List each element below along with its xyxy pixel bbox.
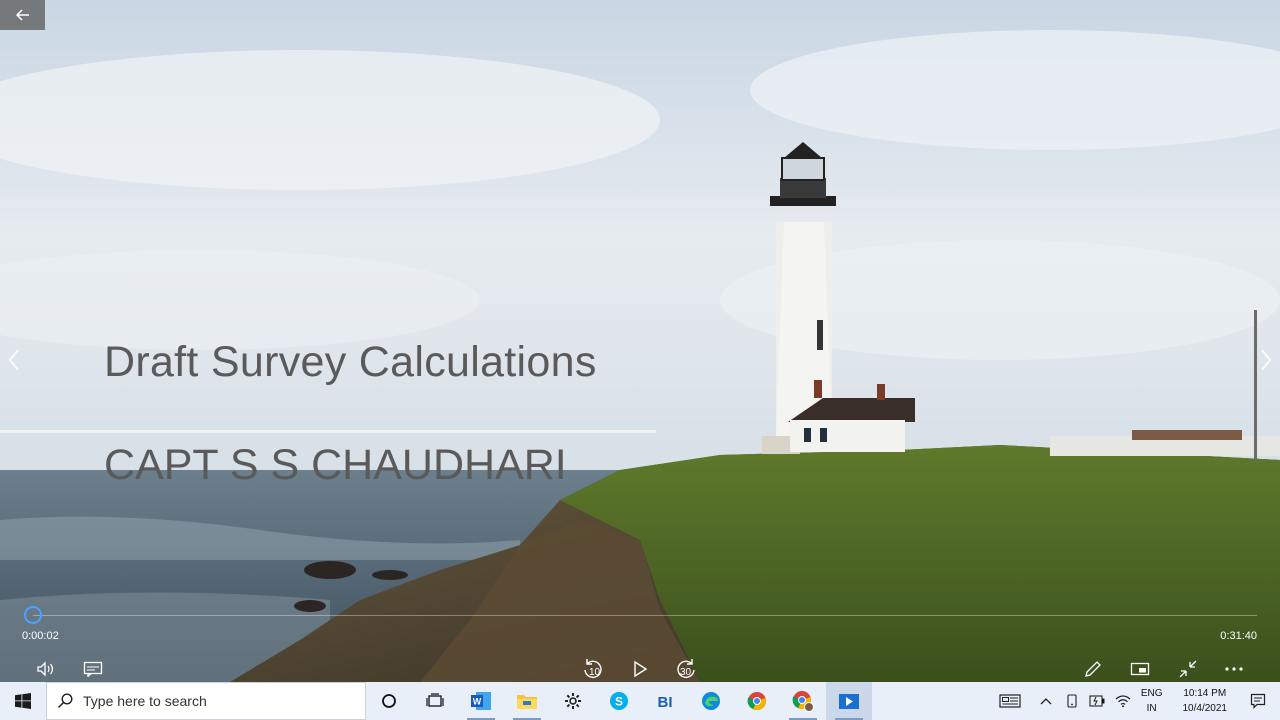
next-slide-button[interactable] (1256, 344, 1276, 376)
cortana-icon (382, 694, 396, 708)
svg-text:S: S (615, 695, 623, 709)
settings-taskbar-button[interactable] (550, 682, 596, 720)
search-box[interactable]: Type here to search (46, 682, 366, 720)
skip-back-seconds: 10 (589, 667, 601, 678)
bi-taskbar-button[interactable]: BI (642, 682, 688, 720)
cortana-button[interactable] (366, 682, 412, 720)
exit-fullscreen-button[interactable] (1175, 656, 1201, 682)
windows-start-icon (15, 693, 31, 709)
seek-bar[interactable] (33, 615, 1257, 616)
media-player-taskbar-button[interactable] (826, 682, 872, 720)
total-time: 0:31:40 (1220, 630, 1257, 642)
device-icon (1067, 694, 1077, 708)
media-player-icon (839, 694, 859, 709)
back-button[interactable] (0, 0, 45, 30)
skip-back-button[interactable]: 10 (580, 656, 606, 682)
system-tray: ENG IN 10:14 PM 10/4/2021 (994, 682, 1280, 720)
wifi-icon (1115, 695, 1131, 708)
settings-icon (565, 693, 581, 709)
clock-date: 10/4/2021 (1182, 703, 1228, 714)
play-button[interactable] (627, 656, 653, 682)
language-region: IN (1146, 703, 1157, 714)
slide-subtitle: CAPT S S CHAUDHARI (104, 441, 567, 489)
play-icon (634, 660, 648, 678)
back-arrow-icon (15, 9, 29, 21)
title-divider (0, 430, 656, 433)
svg-text:W: W (473, 697, 482, 707)
chrome-taskbar-button[interactable] (734, 682, 780, 720)
chevron-right-icon (1261, 349, 1272, 371)
search-icon (57, 693, 73, 709)
show-hidden-icons-button[interactable] (1026, 682, 1060, 720)
chrome-icon (747, 692, 767, 711)
word-icon: W (471, 692, 491, 710)
chrome-profile-icon (792, 691, 814, 712)
chevron-left-icon (8, 349, 19, 371)
file-explorer-taskbar-button[interactable] (504, 682, 550, 720)
skype-taskbar-button[interactable]: S (596, 682, 642, 720)
bi-icon: BI (658, 694, 673, 710)
slide-title: Draft Survey Calculations (104, 338, 597, 386)
notifications-button[interactable] (1242, 682, 1280, 720)
clock-time: 10:14 PM (1183, 688, 1227, 699)
skype-icon: S (610, 692, 628, 710)
edit-button[interactable] (1080, 656, 1106, 682)
more-options-button[interactable] (1221, 656, 1247, 682)
file-explorer-icon (517, 695, 537, 709)
current-time: 0:00:02 (22, 630, 59, 642)
start-button[interactable] (0, 682, 46, 720)
speaker-icon (37, 661, 54, 677)
skip-forward-button[interactable]: 30 (673, 656, 699, 682)
taskbar: Type here to search W S BI ENG IN 10:14 … (0, 682, 1280, 720)
wifi-button[interactable] (1110, 682, 1136, 720)
battery-button[interactable] (1084, 682, 1110, 720)
pencil-icon (1085, 661, 1101, 677)
more-icon (1225, 667, 1243, 671)
battery-icon (1089, 695, 1105, 707)
news-button[interactable] (994, 682, 1026, 720)
language-button[interactable]: ENG IN (1136, 682, 1168, 720)
edge-icon (702, 692, 720, 710)
video-stage[interactable]: Draft Survey Calculations CAPT S S CHAUD… (0, 0, 1280, 682)
skip-forward-seconds: 30 (680, 667, 692, 678)
exit-fullscreen-icon (1179, 660, 1197, 678)
notification-icon (1250, 693, 1266, 709)
task-view-icon (426, 693, 444, 707)
captions-icon (83, 661, 103, 677)
seek-thumb[interactable] (24, 606, 42, 624)
mini-view-button[interactable] (1127, 656, 1153, 682)
chevron-up-icon (1040, 698, 1052, 705)
language-code: ENG (1140, 688, 1163, 699)
previous-slide-button[interactable] (4, 344, 24, 376)
news-icon (999, 694, 1021, 708)
mini-view-icon (1130, 662, 1150, 676)
captions-button[interactable] (80, 656, 106, 682)
clock-button[interactable]: 10:14 PM 10/4/2021 (1168, 682, 1243, 720)
meet-now-button[interactable] (1060, 682, 1084, 720)
task-view-button[interactable] (412, 682, 458, 720)
search-placeholder: Type here to search (83, 693, 207, 709)
volume-button[interactable] (33, 656, 59, 682)
chrome-profile-taskbar-button[interactable] (780, 682, 826, 720)
word-taskbar-button[interactable]: W (458, 682, 504, 720)
svg-text:BI: BI (658, 694, 673, 710)
edge-taskbar-button[interactable] (688, 682, 734, 720)
